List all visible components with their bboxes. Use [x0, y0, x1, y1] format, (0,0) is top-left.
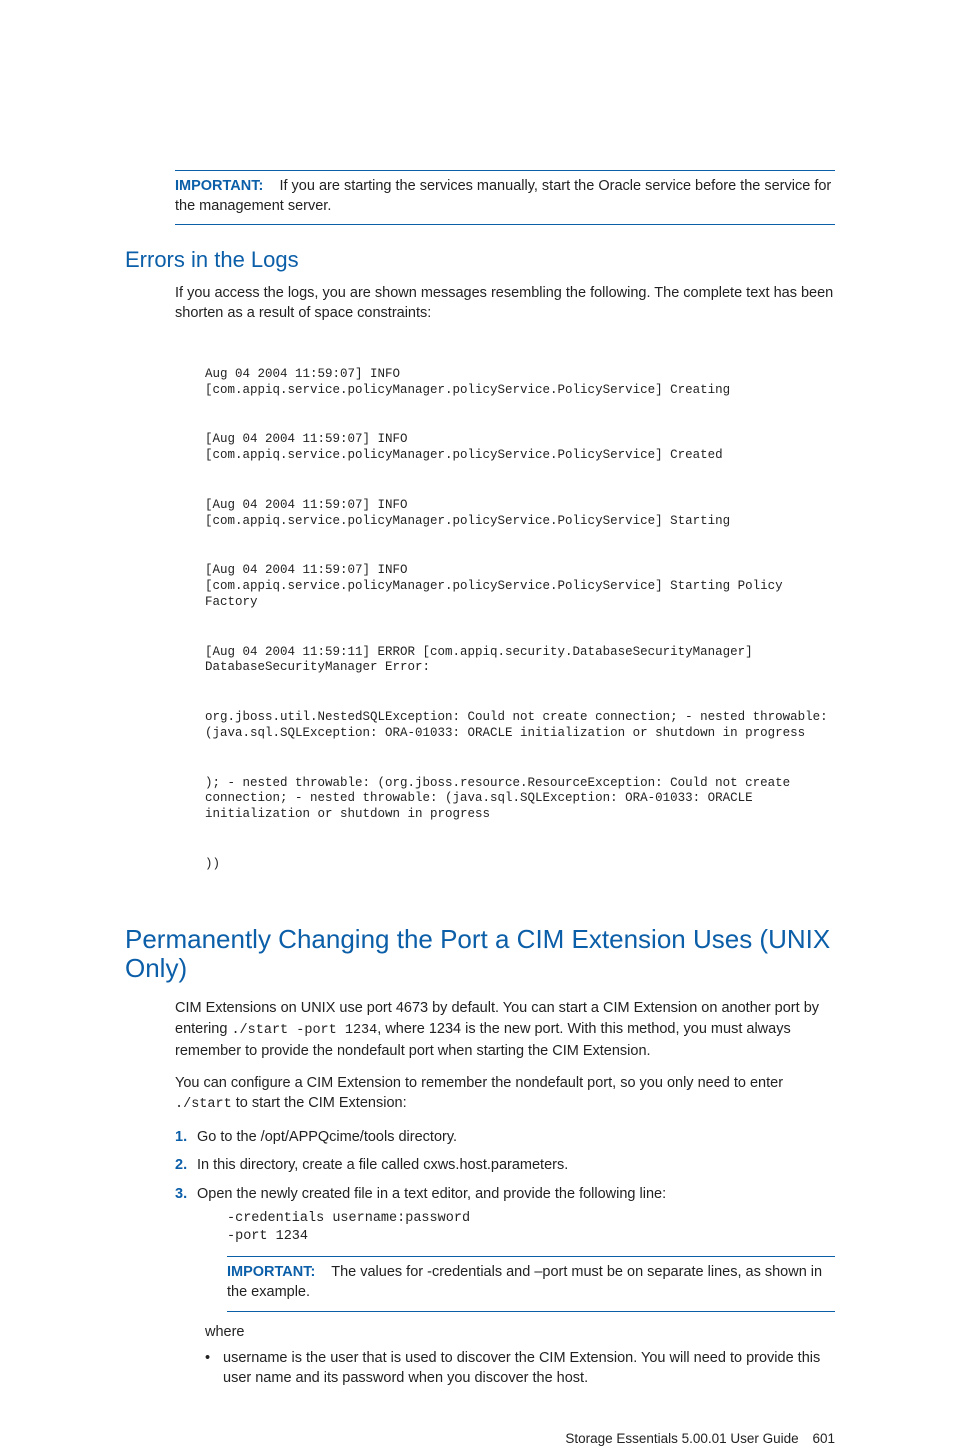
log-line: Aug 04 2004 11:59:07] INFO [com.appiq.se… [205, 367, 835, 398]
where-bullets: username is the user that is used to dis… [205, 1348, 835, 1389]
footer-page-number: 601 [812, 1431, 835, 1446]
important-text: The values for -credentials and –port mu… [227, 1264, 822, 1300]
step-3-text: Open the newly created file in a text ed… [197, 1186, 666, 1202]
heading-port-change: Permanently Changing the Port a CIM Exte… [125, 925, 835, 985]
errors-intro: If you access the logs, you are shown me… [175, 283, 835, 324]
bullet-username: username is the user that is used to dis… [205, 1348, 835, 1389]
log-line: [Aug 04 2004 11:59:07] INFO [com.appiq.s… [205, 498, 835, 529]
log-line: ); - nested throwable: (org.jboss.resour… [205, 776, 835, 823]
steps-list: Go to the /opt/APPQcime/tools directory.… [175, 1127, 835, 1311]
step-2-text: In this directory, create a file called … [197, 1157, 568, 1173]
step-2: In this directory, create a file called … [175, 1155, 835, 1175]
bullet-username-text: username is the user that is used to dis… [223, 1350, 820, 1386]
port-para-1: CIM Extensions on UNIX use port 4673 by … [175, 998, 835, 1060]
note-body: IMPORTANT: The values for -credentials a… [227, 1257, 835, 1310]
port-p2-code: ./start [175, 1097, 232, 1112]
port-p2-a: You can configure a CIM Extension to rem… [175, 1075, 783, 1091]
page-footer: Storage Essentials 5.00.01 User Guide 60… [125, 1431, 835, 1446]
log-line: [Aug 04 2004 11:59:07] INFO [com.appiq.s… [205, 563, 835, 610]
heading-errors-in-logs: Errors in the Logs [125, 247, 835, 273]
where-label: where [205, 1324, 835, 1340]
log-line: [Aug 04 2004 11:59:07] INFO [com.appiq.s… [205, 432, 835, 463]
important-label: IMPORTANT: [227, 1264, 315, 1280]
step-1-text: Go to the /opt/APPQcime/tools directory. [197, 1129, 457, 1145]
log-output: Aug 04 2004 11:59:07] INFO [com.appiq.se… [205, 336, 835, 907]
log-line: )) [205, 857, 835, 873]
note-body: IMPORTANT: If you are starting the servi… [175, 171, 835, 224]
footer-title: Storage Essentials 5.00.01 User Guide [565, 1431, 798, 1446]
important-note-credentials: IMPORTANT: The values for -credentials a… [227, 1256, 835, 1311]
port-para-2: You can configure a CIM Extension to rem… [175, 1073, 835, 1115]
note-rule-bottom [175, 224, 835, 225]
log-line: org.jboss.util.NestedSQLException: Could… [205, 710, 835, 741]
port-p2-b: to start the CIM Extension: [232, 1095, 407, 1111]
important-note-services: IMPORTANT: If you are starting the servi… [175, 170, 835, 225]
important-label: IMPORTANT: [175, 178, 263, 194]
note-rule-bottom [227, 1311, 835, 1312]
log-line: [Aug 04 2004 11:59:11] ERROR [com.appiq.… [205, 645, 835, 676]
step-3: Open the newly created file in a text ed… [175, 1184, 835, 1312]
credentials-code-block: -credentials username:password -port 123… [227, 1210, 835, 1246]
port-p1-code: ./start -port 1234 [231, 1023, 377, 1038]
step-1: Go to the /opt/APPQcime/tools directory. [175, 1127, 835, 1147]
page-content: IMPORTANT: If you are starting the servi… [125, 170, 835, 1396]
